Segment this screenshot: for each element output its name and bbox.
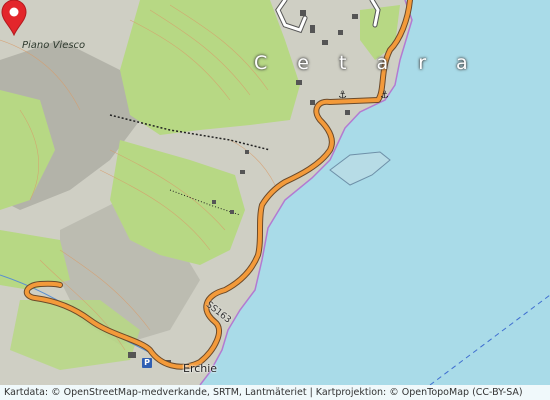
map-attribution: Kartdata: © OpenStreetMap-medverkande, S… (0, 385, 550, 400)
label-piano-viesco: Piano Viesco (22, 40, 86, 51)
label-cetara: C e t a r a (254, 52, 480, 74)
parking-icon: P (142, 358, 152, 368)
harbour-pier (329, 151, 391, 186)
map-canvas[interactable]: Piano Viesco C e t a r a Erchie SS163 P … (0, 0, 550, 400)
anchor-icon: ⚓ (338, 90, 347, 101)
location-pin-icon[interactable] (0, 0, 28, 36)
label-erchie: Erchie (183, 362, 218, 375)
ferry-route (429, 294, 550, 386)
anchor-icon: ⚓ (380, 90, 389, 101)
